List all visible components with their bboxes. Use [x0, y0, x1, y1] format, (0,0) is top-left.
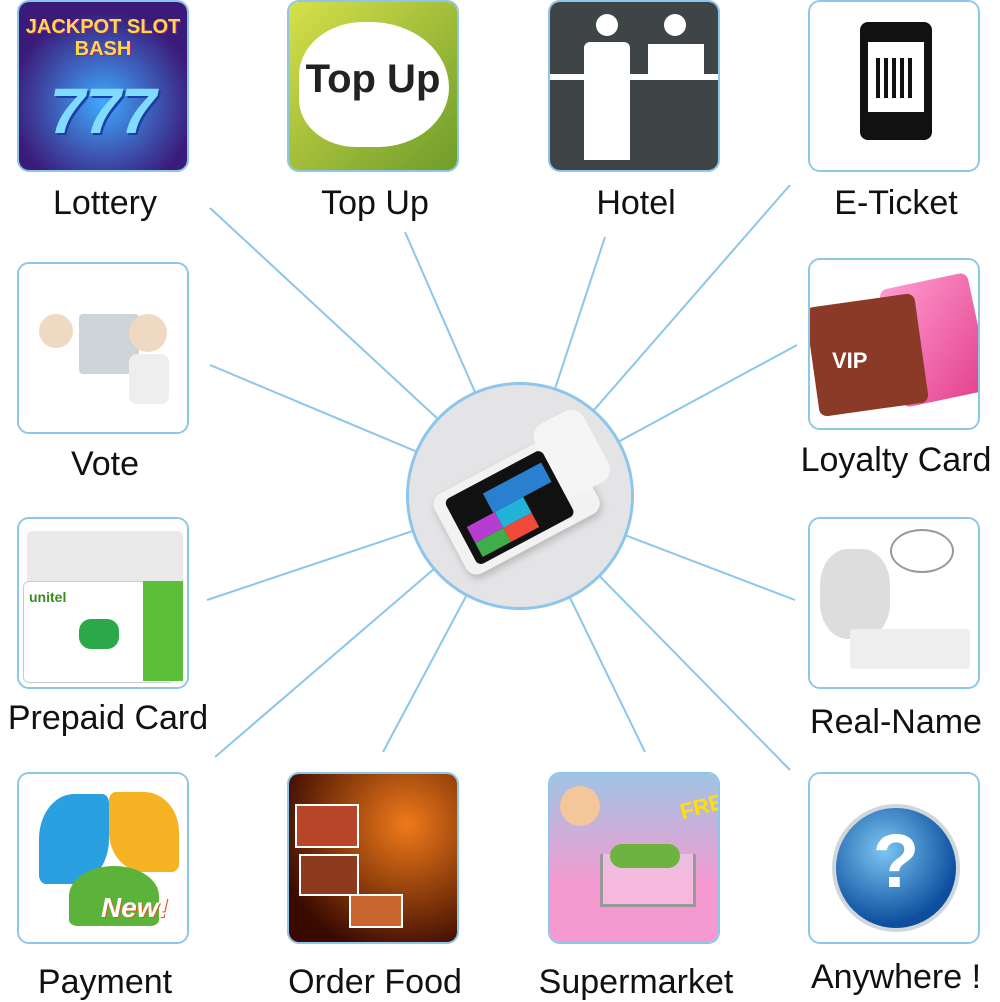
hotel-reception-icon — [550, 2, 718, 170]
label-real-name: Real-Name — [810, 703, 982, 741]
top-up-icon: Top Up — [289, 2, 457, 170]
food-menu-icon — [289, 774, 457, 942]
tile-e-ticket[interactable] — [808, 0, 980, 172]
qr-ticket-icon — [810, 2, 978, 170]
label-prepaid-card: Prepaid Card — [7, 699, 209, 737]
vip-card-icon: VIP — [810, 260, 978, 428]
tile-supermarket[interactable]: FRE — [548, 772, 720, 944]
shopping-cart-icon: FRE — [550, 774, 718, 942]
label-order-food: Order Food — [288, 963, 462, 1001]
label-hotel: Hotel — [596, 184, 676, 222]
pos-terminal-hub — [406, 382, 634, 610]
tile-anywhere[interactable]: ? — [808, 772, 980, 944]
payment-new-icon: New! — [19, 774, 187, 942]
tile-top-up[interactable]: Top Up — [287, 0, 459, 172]
label-lottery: Lottery — [53, 184, 157, 222]
label-payment: Payment — [37, 963, 173, 1001]
tile-real-name[interactable] — [808, 517, 980, 689]
ballot-box-icon — [19, 264, 187, 432]
question-globe-icon: ? — [810, 774, 978, 942]
label-anywhere: Anywhere ! — [810, 958, 982, 996]
tile-vote[interactable] — [17, 262, 189, 434]
pos-terminal-icon — [420, 402, 624, 583]
tile-loyalty-card[interactable]: VIP — [808, 258, 980, 430]
tile-order-food[interactable] — [287, 772, 459, 944]
slot-machine-icon: JACKPOT SLOT BASH 777 — [19, 2, 187, 170]
label-vote: Vote — [70, 445, 140, 483]
label-e-ticket: E-Ticket — [834, 184, 958, 222]
id-verification-icon — [810, 519, 978, 687]
tile-payment[interactable]: New! — [17, 772, 189, 944]
tile-lottery[interactable]: JACKPOT SLOT BASH 777 — [17, 0, 189, 172]
label-top-up: Top Up — [321, 184, 429, 222]
label-loyalty-card: Loyalty Card — [800, 441, 992, 479]
label-supermarket: Supermarket — [538, 963, 734, 1001]
tile-prepaid-card[interactable]: unitel — [17, 517, 189, 689]
prepaid-card-icon: unitel — [19, 519, 187, 687]
tile-hotel[interactable] — [548, 0, 720, 172]
